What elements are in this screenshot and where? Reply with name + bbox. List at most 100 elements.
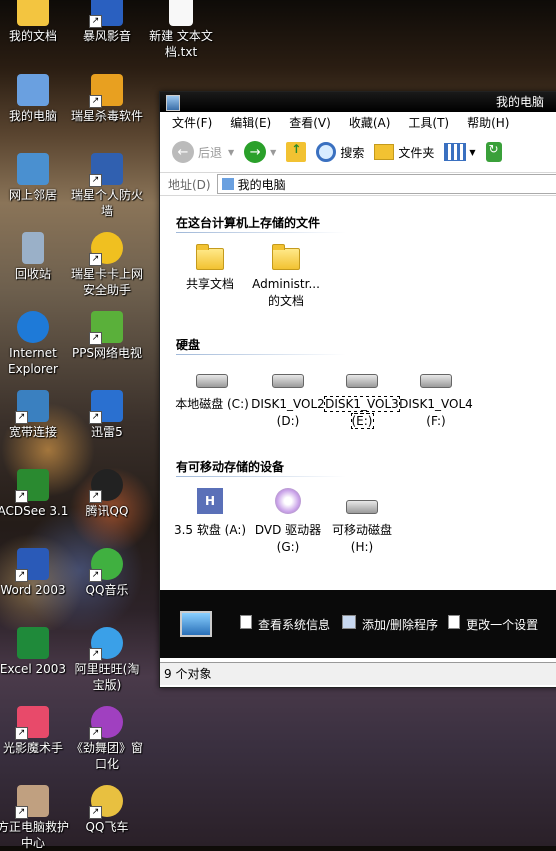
back-arrow-icon: ← [172,141,194,163]
recycle-bin-icon [22,232,44,264]
task-system-info[interactable]: 查看系统信息 [240,615,330,633]
qq-speed-icon: ↗ [89,785,123,819]
menu-bar: 文件(F) 编辑(E) 查看(V) 收藏(A) 工具(T) 帮助(H) [160,112,556,132]
desktop-icon-word[interactable]: ↗ Word 2003 [0,548,70,598]
shared-documents-folder[interactable]: 共享文档 [172,244,248,293]
desktop-icon-my-computer[interactable]: 我的电脑 [0,74,70,124]
folder-icon [17,0,49,26]
desktop-icon-acdsee[interactable]: ↗ ACDSee 3.1 [0,469,70,519]
desktop-icon-audition[interactable]: ↗ 《劲舞团》窗口化 [70,706,144,772]
acdsee-icon: ↗ [15,469,49,503]
folder-icon [374,144,395,160]
menu-help[interactable]: 帮助(H) [467,114,509,131]
photo-magic-icon: ↗ [15,706,49,740]
folder-icon [272,244,300,270]
desktop-icon-pps[interactable]: ↗ PPS网络电视 [70,311,144,361]
desktop-icon-founder-rescue[interactable]: ↗ 方正电脑救护中心 [0,785,70,851]
folder-up-icon: ↑ [286,142,307,162]
qq-music-icon: ↗ [89,548,123,582]
system-tasks-pane: 查看系统信息 添加/删除程序 更改一个设置 [160,590,556,658]
address-label: 地址(D) [168,177,211,192]
desktop-icon-broadband[interactable]: ↗ 宽带连接 [0,390,70,440]
desktop-icon-rising-firewall[interactable]: ↗ 瑞星个人防火墙 [70,153,144,219]
network-icon [17,153,49,185]
title-bar[interactable]: 我的电脑 [160,92,556,112]
file-view: 在这台计算机上存储的文件 共享文档 Administr... 的文档 硬盘 本地… [160,196,556,590]
section-title-removable: 有可移动存储的设备 [176,458,346,477]
up-button[interactable]: ↑ [286,142,307,162]
hard-disk-icon [346,374,378,388]
section-title-hard-disks: 硬盘 [176,336,346,355]
floppy-icon: H [197,488,223,514]
task-add-remove-programs[interactable]: 添加/删除程序 [342,615,438,633]
floppy-a[interactable]: H 3.5 软盘 (A:) [172,488,248,539]
pps-icon: ↗ [89,311,123,345]
desktop-icon-network[interactable]: 网上邻居 [0,153,70,203]
kaka-icon: ↗ [89,232,123,266]
address-input[interactable]: 我的电脑 [216,174,556,194]
drive-e[interactable]: DISK1_VOL3 (E:) [324,366,400,430]
admin-documents-folder[interactable]: Administr... 的文档 [248,244,324,310]
menu-file[interactable]: 文件(F) [172,114,212,131]
desktop-icon-rising-antivirus[interactable]: ↗ 瑞星杀毒软件 [70,74,144,124]
programs-icon [342,615,357,629]
menu-favorites[interactable]: 收藏(A) [349,114,391,131]
tools-icon: ↗ [15,785,49,819]
removable-disk-h[interactable]: 可移动磁盘 (H:) [324,488,400,556]
dvd-icon [275,488,301,514]
hard-disk-icon [196,374,228,388]
chevron-down-icon: ▼ [469,147,476,157]
section-title-stored-files: 在这台计算机上存储的文件 [176,214,346,233]
hard-disk-icon [272,374,304,388]
chevron-down-icon: ▼ [270,147,277,157]
refresh-button[interactable]: ↻ [485,142,502,162]
desktop-icon-aliwangwang[interactable]: ↗ 阿里旺旺(淘宝版) [70,627,144,693]
forward-button[interactable]: → ▼ [244,141,276,163]
desktop-icon-qq-speed[interactable]: ↗ QQ飞车 [70,785,144,835]
folders-button[interactable]: 文件夹 [374,144,434,161]
firewall-icon: ↗ [89,153,123,187]
chevron-down-icon: ▼ [228,147,235,157]
task-change-setting[interactable]: 更改一个设置 [448,615,538,633]
desktop-icon-recycle-bin[interactable]: 回收站 [0,232,70,282]
search-button[interactable]: 搜索 [316,142,364,162]
broadband-icon: ↗ [15,390,49,424]
computer-icon [17,74,49,106]
desktop-icon-internet-explorer[interactable]: Internet Explorer [0,311,70,377]
refresh-icon: ↻ [485,142,502,162]
removable-disk-icon [346,500,378,514]
aliwangwang-icon: ↗ [89,627,123,661]
monitor-icon [180,611,212,637]
views-button[interactable]: ▼ [444,143,476,161]
desktop-icon-my-documents[interactable]: 我的文档 [0,0,70,44]
menu-edit[interactable]: 编辑(E) [230,114,271,131]
views-grid-icon [444,143,467,161]
qq-penguin-icon: ↗ [89,469,123,503]
desktop-icon-xunlei[interactable]: ↗ 迅雷5 [70,390,144,440]
drive-c[interactable]: 本地磁盘 (C:) [174,366,250,413]
menu-tools[interactable]: 工具(T) [408,114,449,131]
drive-f[interactable]: DISK1_VOL4 (F:) [398,366,474,430]
desktop-icon-new-text-file[interactable]: 新建 文本文档.txt [144,0,218,60]
media-player-icon: ↗ [89,0,123,28]
desktop-icon-excel[interactable]: Excel 2003 [0,627,70,677]
audition-icon: ↗ [89,706,123,740]
menu-view[interactable]: 查看(V) [289,114,331,131]
desktop-icon-rising-kaka[interactable]: ↗ 瑞星卡卡上网安全助手 [70,232,144,298]
desktop-icon-qq-music[interactable]: ↗ QQ音乐 [70,548,144,598]
computer-icon [166,95,180,111]
window-title: 我的电脑 [495,95,544,109]
lion-shield-icon: ↗ [89,74,123,108]
dvd-drive-g[interactable]: DVD 驱动器 (G:) [250,488,326,556]
word-icon: ↗ [15,548,49,582]
address-bar: 地址(D) 我的电脑 [160,173,556,196]
excel-icon [17,627,49,659]
status-bar: 9 个对象 [160,662,556,685]
forward-arrow-icon: → [244,141,267,163]
desktop-icon-baofeng[interactable]: ↗ 暴风影音 [70,0,144,44]
desktop-icon-qq[interactable]: ↗ 腾讯QQ [70,469,144,519]
desktop-icon-photo-magic[interactable]: ↗ 光影魔术手 [0,706,70,756]
drive-d[interactable]: DISK1_VOL2 (D:) [250,366,326,430]
back-button[interactable]: ← 后退 ▼ [172,141,234,163]
settings-icon [448,615,461,629]
